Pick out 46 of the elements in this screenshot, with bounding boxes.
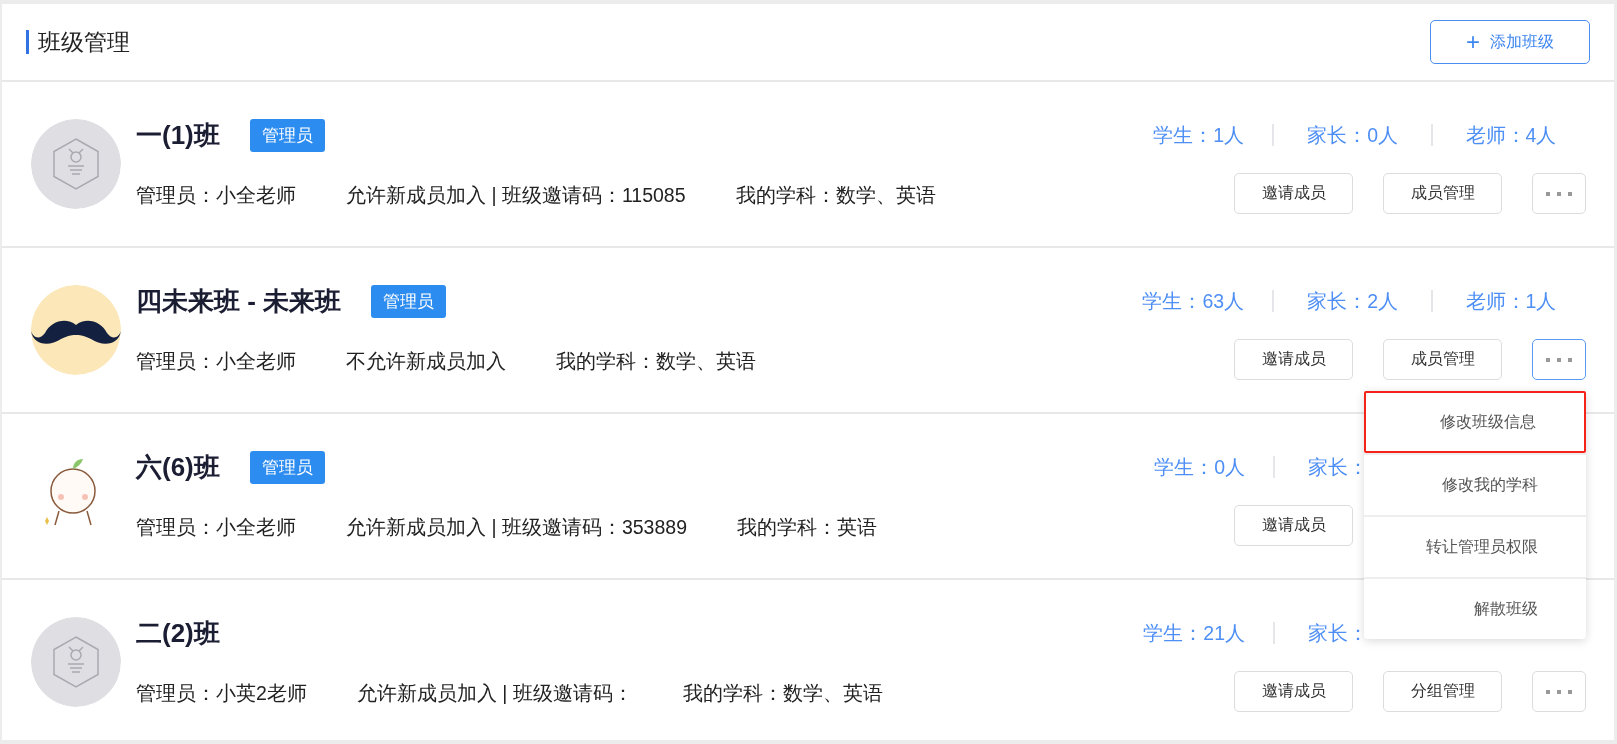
class-info: 允许新成员加入 | 班级邀请码：115085 [346,183,686,208]
class-name: 四未来班 - 未来班 [136,284,342,318]
member-count: 家长：0人 [1307,122,1399,148]
more-icon [1546,190,1572,197]
role-badge: 管理员 [249,450,325,484]
class-info: 管理员：小全老师 [136,515,296,540]
role-badge: 管理员 [371,284,447,318]
more-icon [1546,356,1572,363]
menu-item[interactable]: 修改我的学科 [1364,453,1586,515]
page-title: 班级管理 [26,30,130,54]
action-button[interactable]: 邀请成员 [1234,671,1353,712]
member-count: 老师：4人 [1465,122,1558,148]
class-info: 不允许新成员加入 [346,349,506,374]
member-count: 学生：0人 [1153,454,1245,480]
class-info: 管理员：小英2老师 [136,681,307,706]
add-class-button[interactable]: + 添加班级 [1430,20,1590,64]
action-button[interactable]: 成员管理 [1383,339,1502,380]
role-badge: 管理员 [249,118,325,152]
class-info: 管理员：小全老师 [136,349,296,374]
class-info: 管理员：小全老师 [136,183,296,208]
class-info: 我的学科：英语 [737,515,877,540]
menu-item[interactable]: 转让管理员权限 [1364,515,1586,577]
menu-item[interactable]: 修改班级信息 [1364,391,1586,453]
action-button[interactable]: 邀请成员 [1234,339,1353,380]
more-button[interactable] [1532,339,1586,380]
member-count: 学生：63人 [1141,288,1245,314]
class-info: 我的学科：数学、英语 [682,681,883,706]
action-button[interactable]: 邀请成员 [1234,505,1353,546]
member-count: 学生：1人 [1152,122,1245,148]
class-info: 我的学科：数学、英语 [735,183,936,208]
action-button[interactable]: 邀请成员 [1234,173,1353,214]
avatar-icon [31,119,121,209]
class-info: 我的学科：数学、英语 [556,349,756,374]
avatar-icon [31,617,121,707]
more-icon [1546,688,1572,695]
action-button[interactable]: 分组管理 [1383,671,1502,712]
action-button[interactable]: 成员管理 [1383,173,1502,214]
member-count: 家长：2人 [1307,288,1399,314]
class-name: 二(2)班 [136,616,220,650]
class-info: 允许新成员加入 | 班级邀请码： [356,681,633,706]
class-info: 允许新成员加入 | 班级邀请码：353889 [346,515,687,540]
class-name: 一(1)班 [136,118,220,152]
menu-item[interactable]: 解散班级 [1364,577,1586,639]
member-count: 学生：21人 [1142,620,1245,646]
class-name: 六(6)班 [136,450,220,484]
member-count: 老师：1人 [1465,288,1558,314]
